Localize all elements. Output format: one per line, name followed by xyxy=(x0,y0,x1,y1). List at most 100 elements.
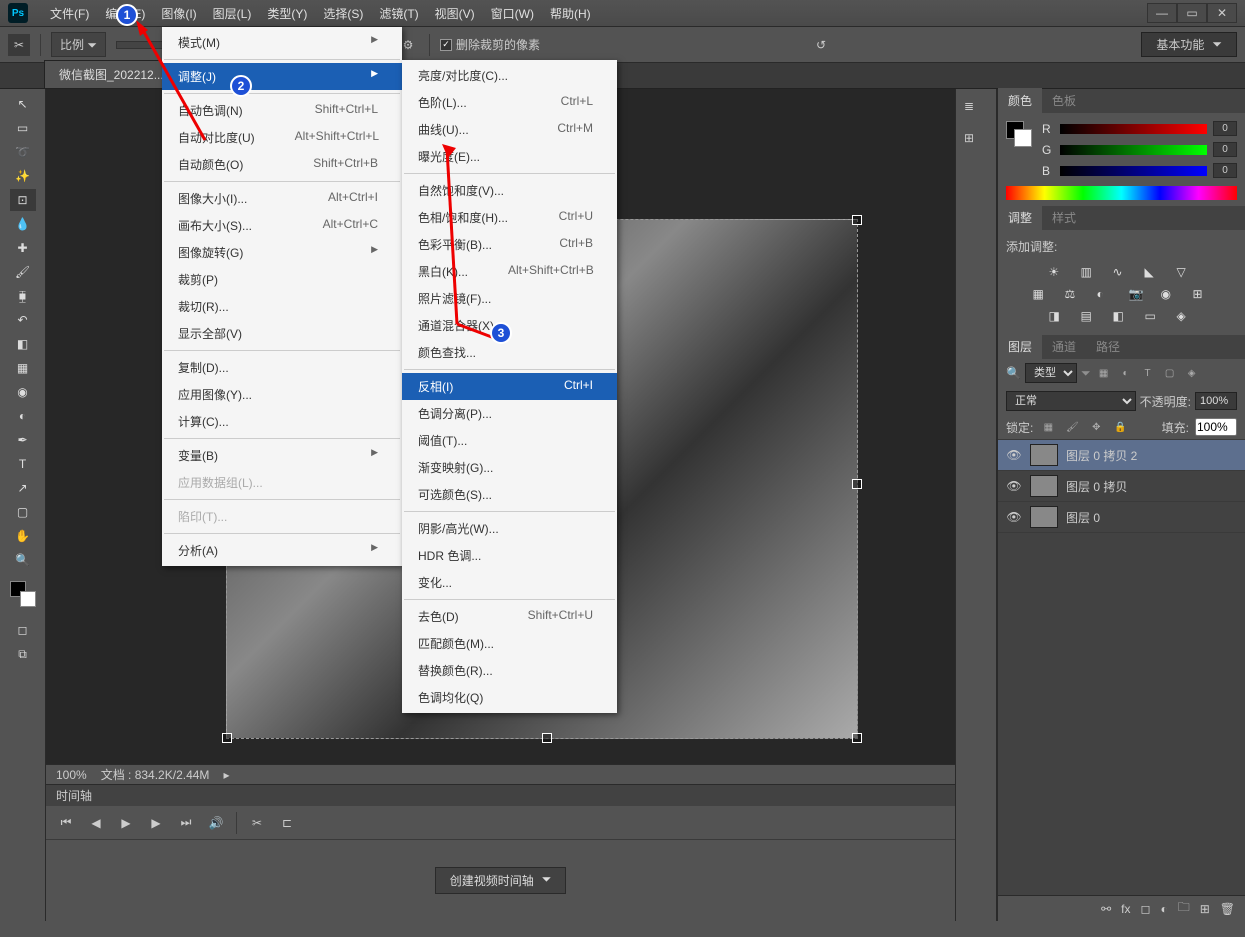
menu-9[interactable]: 帮助(H) xyxy=(542,0,599,27)
filter-shape-icon[interactable]: ▢ xyxy=(1161,366,1179,380)
move-tool-icon[interactable]: ↖ xyxy=(10,93,36,115)
maximize-button[interactable]: ▭ xyxy=(1177,3,1207,23)
trash-icon[interactable]: 🗑 xyxy=(1220,902,1235,916)
history-panel-icon[interactable]: ≣ xyxy=(964,99,988,117)
ratio-dropdown[interactable]: 比例 ⏷ xyxy=(51,32,106,57)
menu-item[interactable]: 色调均化(Q) xyxy=(402,684,617,711)
menu-item[interactable]: 裁切(R)... xyxy=(162,293,402,320)
filter-icon[interactable]: 📷 xyxy=(1129,287,1147,301)
layer-row[interactable]: 👁图层 0 拷贝 xyxy=(998,471,1245,502)
mixer-icon[interactable]: ◉ xyxy=(1161,287,1179,301)
tab-adjustments[interactable]: 调整 xyxy=(998,205,1042,230)
filter-kind-dropdown[interactable]: 类型 xyxy=(1025,363,1077,383)
menu-item[interactable]: 色阶(L)...Ctrl+L xyxy=(402,89,617,116)
menu-item[interactable]: 曲线(U)...Ctrl+M xyxy=(402,116,617,143)
lookup-icon[interactable]: ⊞ xyxy=(1193,287,1211,301)
adj-layer-icon[interactable]: ◐ xyxy=(1160,902,1167,916)
invert-icon[interactable]: ◨ xyxy=(1049,309,1067,323)
r-slider[interactable] xyxy=(1060,124,1207,134)
link-layers-icon[interactable]: ⚯ xyxy=(1101,902,1111,916)
menu-item[interactable]: 渐变映射(G)... xyxy=(402,454,617,481)
r-value[interactable]: 0 xyxy=(1213,121,1237,136)
zoom-level[interactable]: 100% xyxy=(56,768,87,782)
posterize-icon[interactable]: ▤ xyxy=(1081,309,1099,323)
color-swatch[interactable] xyxy=(10,581,36,607)
audio-icon[interactable]: 🔊 xyxy=(206,815,226,831)
menu-4[interactable]: 类型(Y) xyxy=(259,0,315,27)
brightness-icon[interactable]: ☀ xyxy=(1049,265,1067,279)
workspace-dropdown[interactable]: 基本功能⏷ xyxy=(1141,32,1237,57)
color-swatch[interactable] xyxy=(1006,121,1032,147)
menu-item[interactable]: 分析(A) xyxy=(162,537,402,564)
menu-item[interactable]: 匹配颜色(M)... xyxy=(402,630,617,657)
dodge-tool-icon[interactable]: ◐ xyxy=(10,405,36,427)
minimize-button[interactable]: — xyxy=(1147,3,1177,23)
prev-frame-icon[interactable]: ◀ xyxy=(86,815,106,831)
chevron-right-icon[interactable]: ▸ xyxy=(223,768,229,782)
filter-adj-icon[interactable]: ◐ xyxy=(1117,366,1135,380)
crop-tool-icon[interactable]: ⊡ xyxy=(10,189,36,211)
first-frame-icon[interactable]: ⏮ xyxy=(56,815,76,831)
filter-smart-icon[interactable]: ◈ xyxy=(1183,366,1201,380)
brush-tool-icon[interactable]: 🖌 xyxy=(10,261,36,283)
menu-item[interactable]: 去色(D)Shift+Ctrl+U xyxy=(402,603,617,630)
menu-0[interactable]: 文件(F) xyxy=(42,0,97,27)
close-button[interactable]: ✕ xyxy=(1207,3,1237,23)
menu-item[interactable]: 色调分离(P)... xyxy=(402,400,617,427)
lock-paint-icon[interactable]: 🖌 xyxy=(1063,420,1081,434)
group-icon[interactable]: 🗀 xyxy=(1178,898,1190,919)
visibility-icon[interactable]: 👁 xyxy=(1006,479,1022,493)
reset-icon[interactable]: ↺ xyxy=(810,34,832,56)
crop-tool-icon[interactable]: ✂ xyxy=(8,34,30,56)
selective-icon[interactable]: ◈ xyxy=(1177,309,1195,323)
mask-icon[interactable]: ◻ xyxy=(1140,902,1150,916)
type-tool-icon[interactable]: T xyxy=(10,453,36,475)
menu-8[interactable]: 窗口(W) xyxy=(483,0,542,27)
menu-item[interactable]: 图像旋转(G) xyxy=(162,239,402,266)
eraser-tool-icon[interactable]: ◧ xyxy=(10,333,36,355)
filter-type-icon[interactable]: T xyxy=(1139,366,1157,380)
curves-icon[interactable]: ∿ xyxy=(1113,265,1131,279)
transition-icon[interactable]: ⊏ xyxy=(277,815,297,831)
opacity-input[interactable] xyxy=(1195,392,1237,410)
tab-styles[interactable]: 样式 xyxy=(1042,205,1086,230)
gradient-tool-icon[interactable]: ▦ xyxy=(10,357,36,379)
heal-tool-icon[interactable]: ✚ xyxy=(10,237,36,259)
hand-tool-icon[interactable]: ✋ xyxy=(10,525,36,547)
eyedropper-tool-icon[interactable]: 💧 xyxy=(10,213,36,235)
tab-paths[interactable]: 路径 xyxy=(1086,334,1130,359)
pen-tool-icon[interactable]: ✒ xyxy=(10,429,36,451)
lock-move-icon[interactable]: ✥ xyxy=(1087,420,1105,434)
bw-icon[interactable]: ◐ xyxy=(1097,287,1115,301)
blur-tool-icon[interactable]: ◉ xyxy=(10,381,36,403)
levels-icon[interactable]: ▥ xyxy=(1081,265,1099,279)
menu-item[interactable]: 裁剪(P) xyxy=(162,266,402,293)
lasso-tool-icon[interactable]: ➰ xyxy=(10,141,36,163)
menu-7[interactable]: 视图(V) xyxy=(427,0,483,27)
wand-tool-icon[interactable]: ✨ xyxy=(10,165,36,187)
g-value[interactable]: 0 xyxy=(1213,142,1237,157)
menu-item[interactable]: 亮度/对比度(C)... xyxy=(402,62,617,89)
balance-icon[interactable]: ⚖ xyxy=(1065,287,1083,301)
tab-layers[interactable]: 图层 xyxy=(998,334,1042,359)
stamp-tool-icon[interactable]: ⧯ xyxy=(10,285,36,307)
menu-item[interactable]: HDR 色调... xyxy=(402,542,617,569)
menu-item[interactable]: 应用图像(Y)... xyxy=(162,381,402,408)
create-timeline-button[interactable]: 创建视频时间轴⏷ xyxy=(435,867,567,894)
quickmask-icon[interactable]: ◻ xyxy=(10,619,36,641)
scissors-icon[interactable]: ✂ xyxy=(247,815,267,831)
path-tool-icon[interactable]: ↗ xyxy=(10,477,36,499)
screenmode-icon[interactable]: ⧉ xyxy=(10,643,36,665)
menu-item[interactable]: 复制(D)... xyxy=(162,354,402,381)
hue-icon[interactable]: ▦ xyxy=(1033,287,1051,301)
menu-item[interactable]: 自动颜色(O)Shift+Ctrl+B xyxy=(162,151,402,178)
tab-color[interactable]: 颜色 xyxy=(998,88,1042,113)
menu-6[interactable]: 滤镜(T) xyxy=(371,0,426,27)
filter-pixel-icon[interactable]: ▦ xyxy=(1095,366,1113,380)
menu-item[interactable]: 变量(B) xyxy=(162,442,402,469)
menu-item[interactable]: 计算(C)... xyxy=(162,408,402,435)
next-frame-icon[interactable]: ▶ xyxy=(146,815,166,831)
last-frame-icon[interactable]: ⏭ xyxy=(176,815,196,831)
menu-item[interactable]: 显示全部(V) xyxy=(162,320,402,347)
blend-mode-dropdown[interactable]: 正常 xyxy=(1006,391,1136,411)
